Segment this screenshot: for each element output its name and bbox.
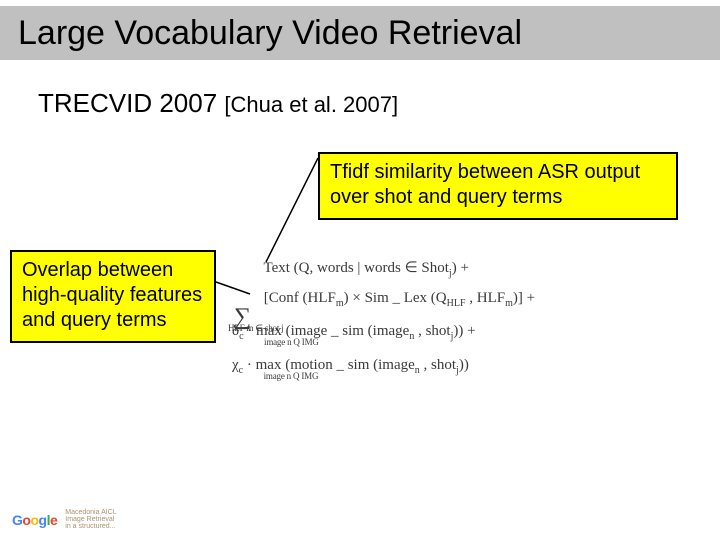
footer-subtext: Macedonia AICL Image Retrieval in a stru… — [65, 509, 116, 530]
formula-line-3: δc · max image n Q IMG (image _ sim (ima… — [232, 321, 535, 345]
slide-title: Large Vocabulary Video Retrieval — [18, 14, 522, 53]
formula-max-limit: image n Q IMG — [264, 370, 319, 383]
footer-sub-line: Macedonia AICL — [65, 509, 116, 516]
formula-sub: HLF — [447, 298, 466, 309]
footer-sub-line: Image Retrieval — [65, 516, 114, 523]
subtitle-main: TRECVID 2007 — [38, 88, 217, 118]
formula-text: χ — [232, 357, 239, 373]
formula-text: , shot — [414, 323, 450, 339]
formula-text: ) + — [452, 260, 469, 276]
callout-tfidf: Tfidf similarity between ASR output over… — [318, 152, 678, 220]
footer-sub-line: in a structured... — [65, 523, 115, 530]
formula-block: Text (Q, words | words ∈ Shotj) + ∑ HLF … — [232, 258, 535, 384]
max-operator: max image n Q IMG — [256, 321, 282, 343]
formula-text: ) × Sim _ Lex (Q — [344, 290, 447, 306]
formula-text: , shot — [420, 357, 456, 373]
formula-sub: m — [336, 298, 344, 309]
formula-text: Text (Q, words | words ∈ Shot — [263, 260, 448, 276]
formula-line-2: ∑ HLF m ∈ shot j [Conf (HLFm) × Sim _ Le… — [232, 288, 535, 312]
formula-text: , HLF — [466, 290, 506, 306]
formula-text: · — [244, 323, 257, 339]
formula-line-1: Text (Q, words | words ∈ Shotj) + — [232, 258, 535, 282]
formula-text: )] + — [513, 290, 535, 306]
formula-text: · — [243, 357, 256, 373]
formula-max-limit: image n Q IMG — [264, 336, 319, 349]
formula-text: )) — [459, 357, 469, 373]
footer-logo: Google Macedonia AICL Image Retrieval in… — [12, 509, 117, 530]
formula-text: )) + — [453, 323, 475, 339]
slide: Large Vocabulary Video Retrieval TRECVID… — [0, 0, 720, 540]
formula-text: [Conf (HLF — [264, 290, 336, 306]
callout-overlap: Overlap between high-quality features an… — [10, 250, 216, 343]
formula-sub: m — [505, 298, 513, 309]
title-bar: Large Vocabulary Video Retrieval — [0, 6, 720, 60]
subtitle: TRECVID 2007 [Chua et al. 2007] — [38, 88, 398, 119]
max-operator: max image n Q IMG — [256, 355, 282, 377]
subtitle-citation: [Chua et al. 2007] — [224, 92, 398, 117]
google-logo-icon: Google — [12, 512, 57, 528]
formula-line-4: χc · max image n Q IMG (motion _ sim (im… — [232, 355, 535, 379]
